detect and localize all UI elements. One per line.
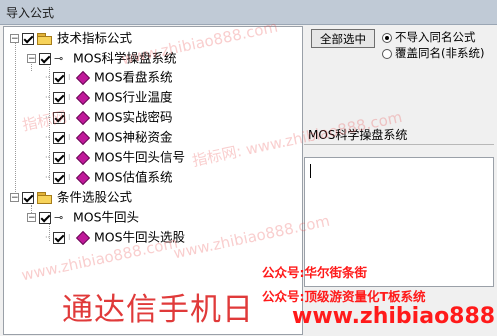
node-label: MOS估值系统 xyxy=(94,169,173,185)
node-label: MOS行业温度 xyxy=(94,89,173,105)
formula-gem-icon xyxy=(75,230,91,245)
tree-dots: ⁝ xyxy=(68,72,71,82)
formula-gem-icon xyxy=(75,90,91,105)
formula-gem-icon xyxy=(75,110,91,125)
promo-line-2: 公众号:顶级游资量化T板系统 xyxy=(262,289,426,304)
promo-line-1: 公众号:华尔街条街 xyxy=(262,265,367,280)
tree-dots: ⁝ xyxy=(68,112,71,122)
tree-dots: ⁝ xyxy=(68,132,71,142)
tree-dots: ⁝ xyxy=(68,152,71,162)
checkbox[interactable] xyxy=(53,91,65,104)
checkbox[interactable] xyxy=(22,191,34,204)
radio-overwrite[interactable]: 覆盖同名(非系统) xyxy=(382,45,484,61)
checkbox[interactable] xyxy=(53,151,65,164)
radio-unselected-icon[interactable] xyxy=(382,48,392,59)
checkbox[interactable] xyxy=(53,231,65,244)
tree-node-mos-bull[interactable]: − ⊸ MOS牛回头 xyxy=(27,208,139,226)
node-label: MOS牛回头 xyxy=(73,209,140,225)
collapse-icon[interactable]: − xyxy=(27,213,36,223)
tree-leaf[interactable]: ·· ⁝ MOS看盘系统 xyxy=(45,68,173,86)
radio-no-import[interactable]: 不导入同名公式 xyxy=(382,29,476,45)
formula-gem-icon xyxy=(75,150,91,165)
formula-gem-icon xyxy=(75,70,91,85)
radio-label: 不导入同名公式 xyxy=(395,30,476,44)
node-label: MOS看盘系统 xyxy=(94,69,173,85)
key-icon: ⊸ xyxy=(54,51,64,65)
node-label: 条件选股公式 xyxy=(57,189,133,205)
radio-selected-icon[interactable] xyxy=(382,32,392,43)
tree-dots: ⁝ xyxy=(68,92,71,102)
tree-leaf[interactable]: ·· ⁝ MOS牛回头信号 xyxy=(45,148,185,166)
tree-dots: ⁝ xyxy=(68,232,71,242)
checkbox[interactable] xyxy=(53,131,65,144)
tree-dots: ·· xyxy=(45,152,51,162)
tree-node-tech-formulas[interactable]: − 技术指标公式 xyxy=(10,29,132,47)
tree-dots: ·· xyxy=(45,92,51,102)
tree-dots: ⁝ xyxy=(68,172,71,182)
checkbox[interactable] xyxy=(39,52,51,65)
tree-leaf[interactable]: ·· ⁝ MOS神秘资金 xyxy=(45,128,173,146)
text-caret xyxy=(310,164,311,178)
folder-icon xyxy=(37,32,53,45)
site-url: www.zhibiao888.com xyxy=(292,304,497,329)
tree-dots: ·· xyxy=(45,132,51,142)
brand-text: 通达信手机日 xyxy=(62,292,254,328)
collapse-icon[interactable]: − xyxy=(10,193,19,203)
key-icon: ⊸ xyxy=(54,210,64,224)
checkbox[interactable] xyxy=(22,32,34,45)
collapse-icon[interactable]: − xyxy=(10,34,19,44)
tree-line xyxy=(15,40,16,198)
select-all-button[interactable]: 全部选中 xyxy=(311,29,375,48)
tree-leaf[interactable]: ·· ⁝ MOS估值系统 xyxy=(45,168,173,186)
folder-icon xyxy=(37,191,53,204)
collapse-icon[interactable]: − xyxy=(27,54,36,64)
node-label: MOS神秘资金 xyxy=(94,129,173,145)
title-bar: 导入公式 xyxy=(0,0,497,25)
checkbox[interactable] xyxy=(39,211,51,224)
checkbox[interactable] xyxy=(53,71,65,84)
tree-dots: ·· xyxy=(45,232,51,242)
node-label: 技术指标公式 xyxy=(57,30,133,46)
formula-gem-icon xyxy=(75,170,91,185)
node-label: MOS牛回头信号 xyxy=(94,149,186,165)
tree-dots: ·· xyxy=(45,172,51,182)
formula-gem-icon xyxy=(75,130,91,145)
node-label: MOS实战密码 xyxy=(94,109,173,125)
checkbox[interactable] xyxy=(53,171,65,184)
tree-leaf[interactable]: ·· ⁝ MOS行业温度 xyxy=(45,88,173,106)
window-title: 导入公式 xyxy=(6,6,55,20)
tree-node-screening-formulas[interactable]: − 条件选股公式 xyxy=(10,188,132,206)
radio-label: 覆盖同名(非系统) xyxy=(395,46,485,60)
tree-dots: ·· xyxy=(45,72,51,82)
